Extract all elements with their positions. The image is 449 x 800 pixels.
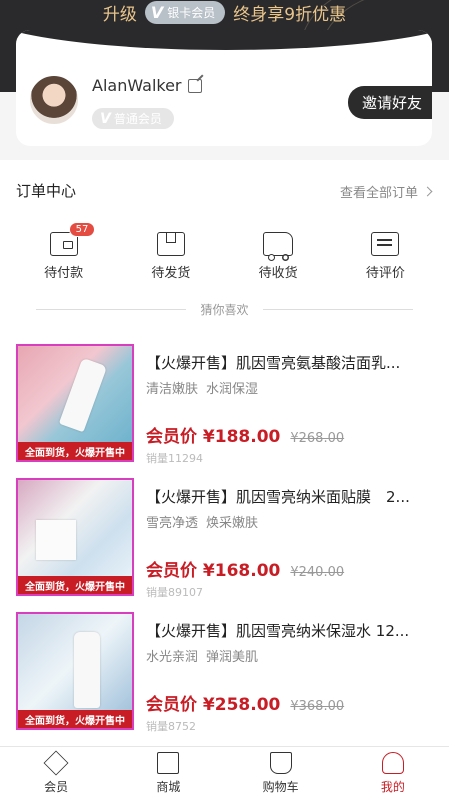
guess-you-like-divider: 猜你喜欢 — [0, 294, 449, 324]
product-tag: 焕采嫩肤 — [206, 516, 259, 531]
bottom-tab-bar: 会员 商城 购物车 我的 — [0, 746, 449, 800]
avatar[interactable] — [28, 74, 80, 126]
diamond-icon — [43, 750, 69, 776]
order-item-label: 待评价 — [365, 266, 405, 281]
order-status-row: 57 待付款 待发货 待收货 待评价 — [0, 222, 449, 281]
product-title[interactable]: 【火爆开售】肌因雪亮氨基酸洁面乳... — [146, 352, 436, 373]
promo-prefix: 升级 — [102, 4, 137, 25]
toner-bottle — [74, 632, 100, 708]
original-price: ¥268.00 — [290, 431, 345, 446]
invite-friends-button[interactable]: 邀请好友 — [347, 86, 432, 119]
tab-member[interactable]: 会员 — [0, 747, 112, 800]
silver-member-badge: V 银卡会员 — [144, 0, 226, 24]
member-level-label: 普通会员 — [113, 112, 162, 126]
product-list: 全面到货，火爆开售中 【火爆开售】肌因雪亮氨基酸洁面乳... 清洁嫩肤 水润保湿… — [0, 324, 449, 746]
product-photo — [18, 346, 132, 442]
order-item-label: 待发货 — [151, 266, 191, 281]
product-image[interactable]: 全面到货，火爆开售中 — [16, 344, 134, 462]
tab-label: 我的 — [380, 780, 405, 794]
tab-label: 购物车 — [262, 780, 299, 794]
package-icon — [156, 232, 185, 256]
chevron-right-icon — [422, 186, 433, 197]
product-title[interactable]: 【火爆开售】肌因雪亮纳米面贴膜 2... — [146, 486, 436, 507]
product-title[interactable]: 【火爆开售】肌因雪亮纳米保湿水 12... — [146, 620, 436, 641]
product-tag: 水润保湿 — [206, 382, 259, 397]
product-tag: 清洁嫩肤 — [146, 382, 199, 397]
user-icon — [381, 752, 404, 774]
divider-line — [36, 308, 187, 310]
product-card[interactable]: 全面到货，火爆开售中 【火爆开售】肌因雪亮纳米面贴膜 2... 雪亮净透 焕采嫩… — [0, 458, 449, 599]
order-item-to-ship[interactable]: 待发货 — [126, 232, 216, 281]
guess-you-like-label: 猜你喜欢 — [200, 302, 249, 317]
mask-box — [36, 520, 76, 560]
order-item-to-review[interactable]: 待评价 — [340, 232, 430, 281]
divider-line — [262, 308, 413, 310]
order-center-title: 订单中心 — [16, 182, 77, 200]
store-icon — [157, 752, 180, 774]
v-icon: V — [150, 2, 164, 22]
edit-icon[interactable] — [187, 78, 202, 93]
card-curve — [16, 30, 432, 50]
member-price: 会员价 ¥258.00 — [146, 695, 281, 715]
product-photo — [18, 614, 132, 710]
truck-icon — [263, 232, 294, 261]
product-image[interactable]: 全面到货，火爆开售中 — [16, 478, 134, 596]
silver-member-label: 银卡会员 — [167, 5, 216, 20]
tab-mall[interactable]: 商城 — [112, 747, 224, 800]
cleanser-tube — [58, 357, 108, 433]
original-price: ¥240.00 — [290, 565, 345, 580]
upgrade-promo: 升级 V 银卡会员 终身享9折优惠 — [0, 0, 449, 25]
product-card[interactable]: 全面到货，火爆开售中 【火爆开售】肌因雪亮纳米保湿水 12... 水光亲润 弹润… — [0, 592, 449, 733]
tab-mine[interactable]: 我的 — [337, 747, 449, 800]
product-tag: 弹润美肌 — [206, 650, 259, 665]
product-tags: 水光亲润 弹润美肌 — [146, 646, 258, 665]
order-item-to-receive[interactable]: 待收货 — [233, 232, 323, 281]
order-center: 订单中心 查看全部订单 57 待付款 待发货 待收货 待评价 — [0, 160, 449, 294]
sales-count: 销量8752 — [146, 720, 196, 733]
original-price: ¥368.00 — [290, 699, 345, 714]
view-all-orders-link[interactable]: 查看全部订单 — [339, 182, 433, 201]
member-price: 会员价 ¥168.00 — [146, 561, 281, 581]
member-price: 会员价 ¥188.00 — [146, 427, 281, 447]
member-level-badge: V 普通会员 — [92, 108, 174, 129]
price-row: 会员价 ¥258.00 ¥368.00 — [146, 690, 344, 715]
username: AlanWalker — [92, 76, 182, 95]
product-tags: 清洁嫩肤 水润保湿 — [146, 378, 258, 397]
tab-cart[interactable]: 购物车 — [225, 747, 337, 800]
comment-icon — [371, 232, 400, 256]
cart-icon — [269, 752, 292, 774]
product-tags: 雪亮净透 焕采嫩肤 — [146, 512, 258, 531]
price-row: 会员价 ¥168.00 ¥240.00 — [146, 556, 344, 581]
promo-suffix: 终身享9折优惠 — [233, 4, 347, 25]
product-image[interactable]: 全面到货，火爆开售中 — [16, 612, 134, 730]
view-all-orders-label: 查看全部订单 — [339, 186, 418, 201]
user-card: AlanWalker V 普通会员 邀请好友 — [16, 30, 432, 146]
username-row: AlanWalker — [92, 76, 202, 95]
promo-strip: 全面到货，火爆开售中 — [18, 710, 132, 728]
order-item-label: 待收货 — [258, 266, 298, 281]
product-photo — [18, 480, 132, 576]
order-item-pending-payment[interactable]: 57 待付款 — [19, 222, 109, 281]
product-card[interactable]: 全面到货，火爆开售中 【火爆开售】肌因雪亮氨基酸洁面乳... 清洁嫩肤 水润保湿… — [0, 324, 449, 465]
price-row: 会员价 ¥188.00 ¥268.00 — [146, 422, 344, 447]
v-icon: V — [100, 110, 111, 127]
tab-label: 会员 — [44, 780, 69, 794]
tab-label: 商城 — [156, 780, 181, 794]
pending-payment-count-badge: 57 — [68, 222, 96, 237]
order-item-label: 待付款 — [44, 266, 84, 281]
product-tag: 雪亮净透 — [146, 516, 199, 531]
product-tag: 水光亲润 — [146, 650, 199, 665]
